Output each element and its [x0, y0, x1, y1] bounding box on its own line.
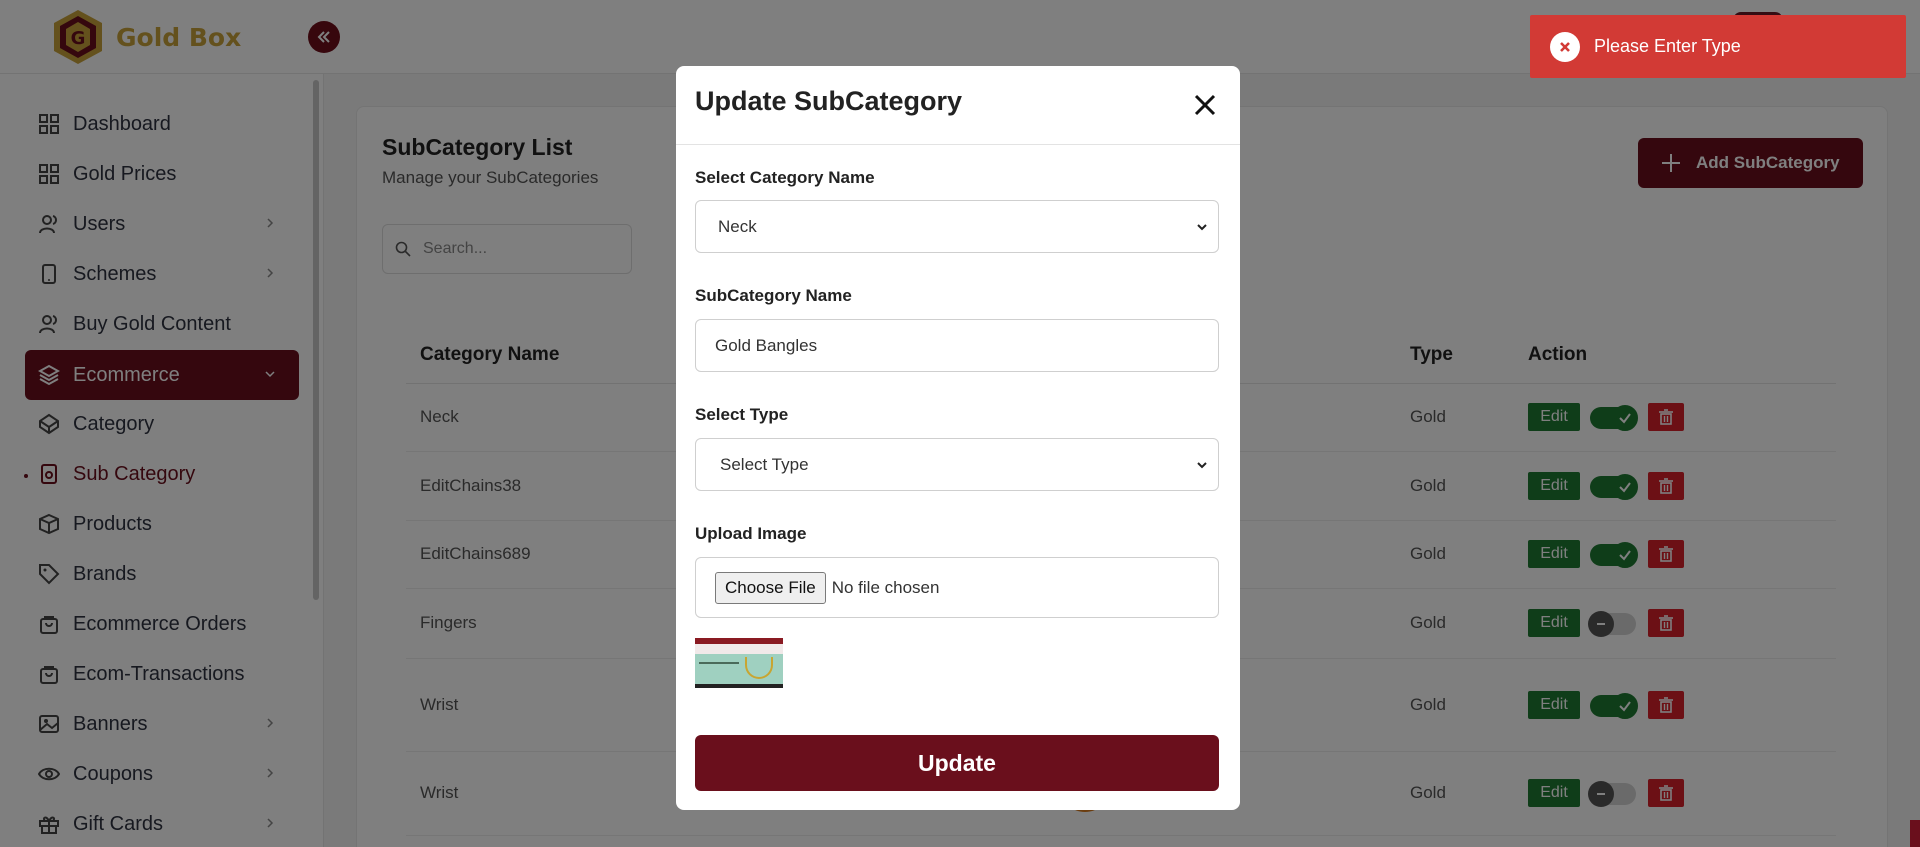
- error-icon: [1550, 31, 1580, 62]
- page-edge-strip: [1910, 820, 1920, 847]
- toast-message: Please Enter Type: [1594, 36, 1741, 56]
- subcategory-name-value: Gold Bangles: [715, 335, 818, 355]
- modal-title: Update SubCategory: [695, 86, 963, 116]
- error-toast[interactable]: Please Enter Type: [1530, 15, 1906, 78]
- chevron-down-icon: [1197, 223, 1207, 230]
- category-select[interactable]: Neck: [695, 200, 1219, 253]
- category-select-label: Select Category Name: [695, 168, 875, 187]
- type-select-value: Select Type: [720, 454, 809, 474]
- image-preview: [695, 638, 783, 688]
- file-status: No file chosen: [831, 577, 940, 597]
- update-subcategory-modal: Update SubCategory Select Category Name …: [676, 66, 1240, 810]
- subcategory-name-input[interactable]: Gold Bangles: [695, 319, 1219, 372]
- choose-file-button[interactable]: Choose File: [715, 571, 826, 604]
- upload-image-input[interactable]: Choose File No file chosen: [695, 557, 1219, 618]
- type-select-label: Select Type: [695, 405, 789, 424]
- update-button[interactable]: Update: [695, 735, 1219, 791]
- close-icon: [1194, 94, 1216, 116]
- subcategory-name-label: SubCategory Name: [695, 286, 852, 305]
- type-select[interactable]: Select Type: [695, 438, 1219, 491]
- upload-image-label: Upload Image: [695, 524, 807, 543]
- close-button[interactable]: [1189, 89, 1221, 121]
- chevron-down-icon: [1197, 461, 1207, 468]
- category-select-value: Neck: [718, 216, 757, 236]
- modal-header-divider: [676, 144, 1240, 145]
